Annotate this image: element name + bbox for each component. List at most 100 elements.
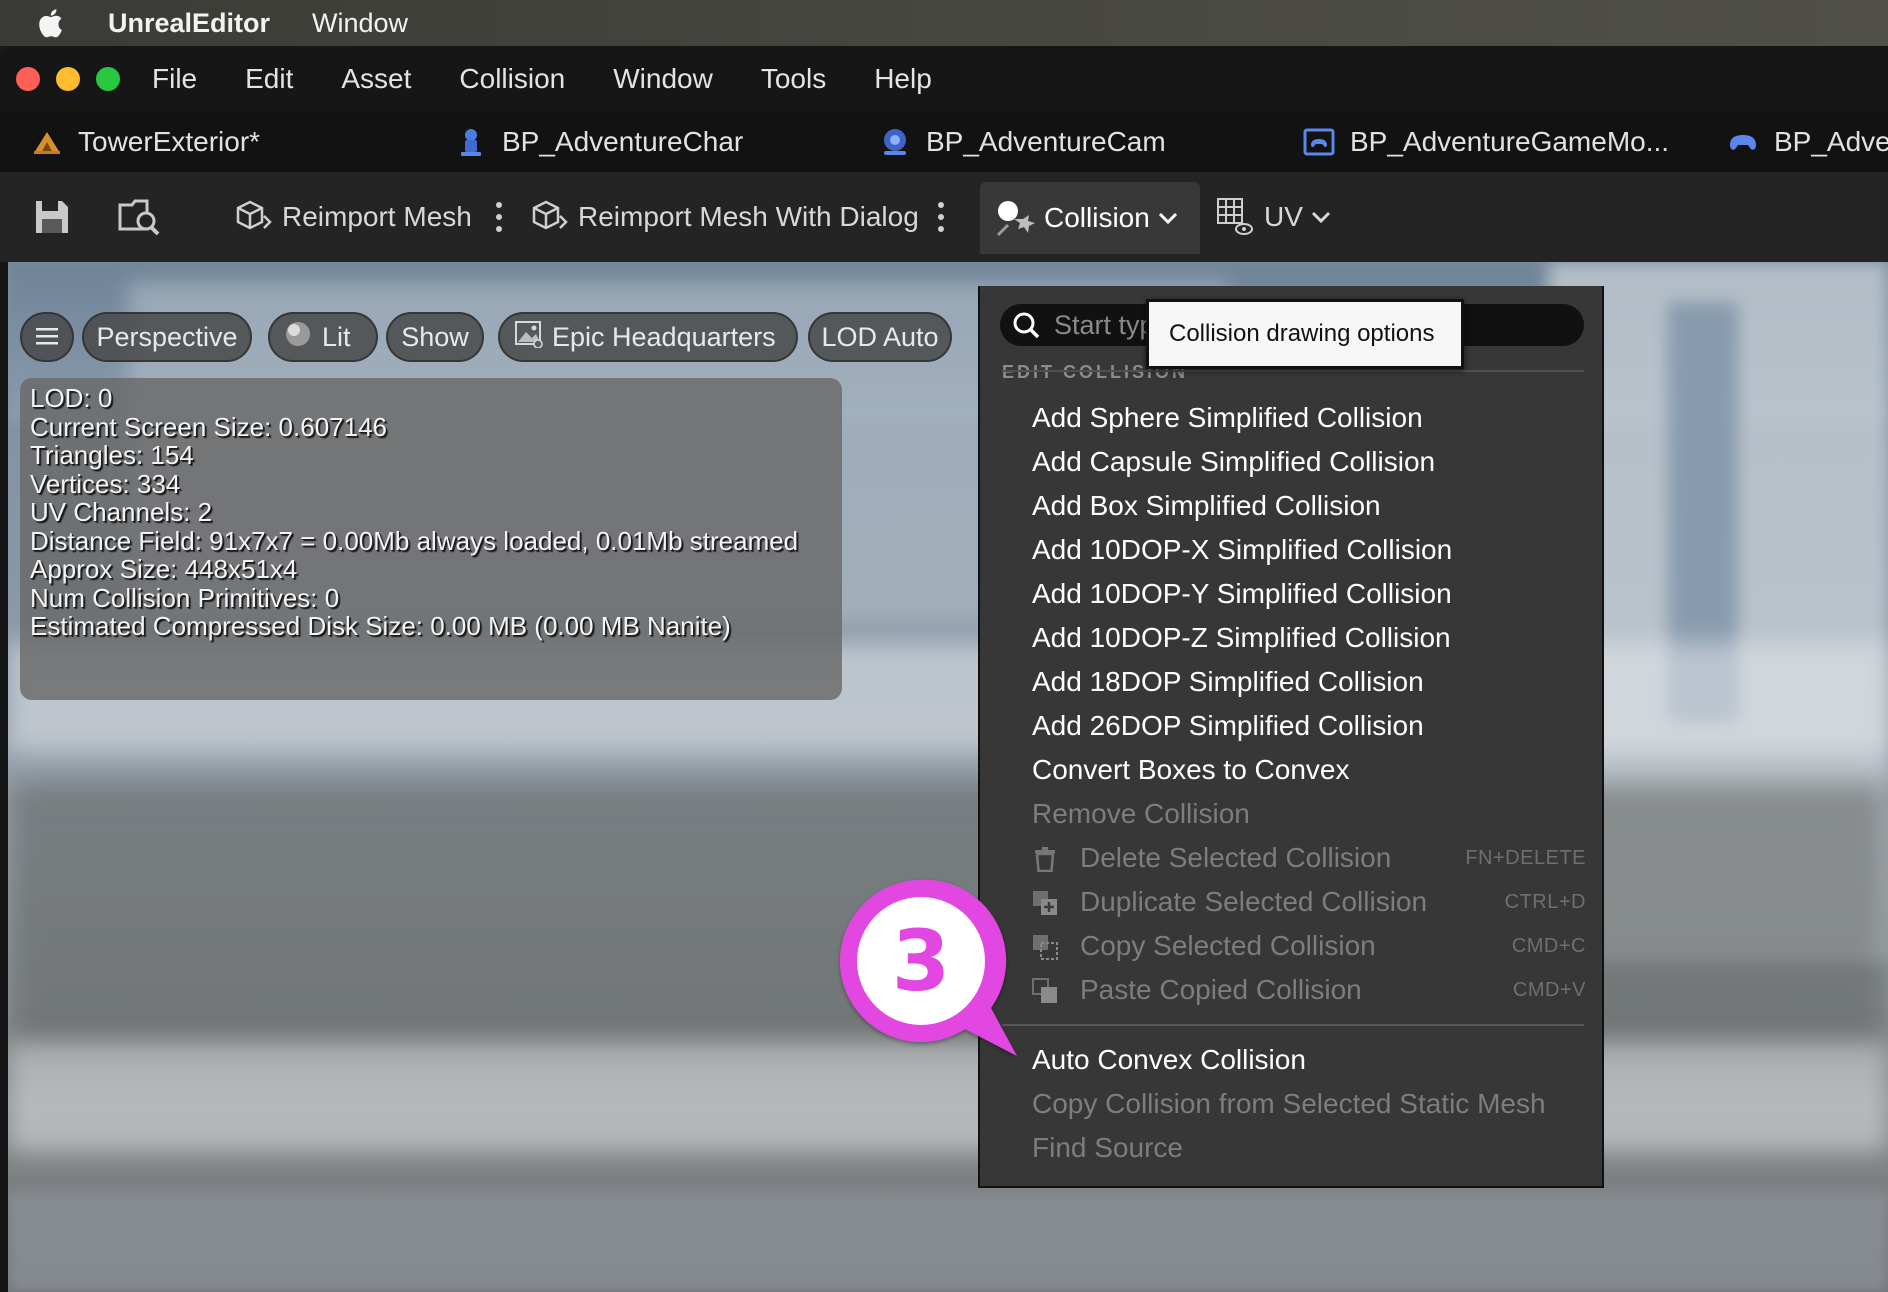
uv-dropdown-button[interactable]: UV bbox=[1216, 172, 1331, 262]
menu-item-delete-selected-collision[interactable]: Delete Selected Collision FN+DELETE bbox=[980, 838, 1602, 878]
tab-bp-adve[interactable]: BP_Adve bbox=[1726, 112, 1888, 172]
minimize-window-button[interactable] bbox=[56, 67, 80, 91]
static-mesh-icon bbox=[30, 125, 64, 159]
menu-help[interactable]: Help bbox=[874, 63, 932, 95]
tab-label: BP_AdventureCam bbox=[926, 126, 1166, 157]
tab-label: BP_Adve bbox=[1774, 126, 1888, 157]
save-icon bbox=[34, 199, 70, 235]
save-button[interactable] bbox=[34, 172, 70, 262]
collision-tooltip: Collision drawing options bbox=[1146, 299, 1464, 369]
menu-item-label: Paste Copied Collision bbox=[1080, 974, 1362, 1005]
scene-ground bbox=[8, 1192, 1888, 1292]
menu-item-paste-copied-collision[interactable]: Paste Copied Collision CMD+V bbox=[980, 970, 1602, 1010]
menu-window[interactable]: Window bbox=[613, 63, 713, 95]
stat-uv-channels: UV Channels: 2 bbox=[30, 497, 213, 527]
menu-item-label: Duplicate Selected Collision bbox=[1080, 886, 1428, 917]
menu-item-add-26dop-collision[interactable]: Add 26DOP Simplified Collision bbox=[980, 706, 1602, 746]
menu-item-copy-selected-collision[interactable]: Copy Selected Collision CMD+C bbox=[980, 926, 1602, 966]
reimport-mesh-button[interactable]: Reimport Mesh bbox=[234, 172, 472, 262]
tab-bp-adventurechar[interactable]: BP_AdventureChar bbox=[454, 112, 743, 172]
menu-divider bbox=[1002, 1024, 1584, 1026]
menu-item-auto-convex-collision[interactable]: Auto Convex Collision bbox=[980, 1040, 1602, 1080]
menu-item-label: Add Box Simplified Collision bbox=[1032, 490, 1381, 521]
menu-item-add-box-collision[interactable]: Add Box Simplified Collision bbox=[980, 486, 1602, 526]
apple-logo-icon[interactable] bbox=[38, 7, 78, 39]
step-callout: 3 bbox=[836, 876, 1032, 1066]
reimport-options-kebab[interactable] bbox=[489, 172, 509, 262]
close-window-button[interactable] bbox=[16, 67, 40, 91]
menu-item-label: Delete Selected Collision bbox=[1080, 842, 1392, 873]
lod-selector-button[interactable]: LOD Auto bbox=[808, 312, 952, 362]
lit-sphere-icon bbox=[284, 320, 312, 355]
shortcut-label: FN+DELETE bbox=[1465, 846, 1586, 869]
menu-item-find-source[interactable]: Find Source bbox=[980, 1128, 1602, 1168]
menu-item-label: Find Source bbox=[1032, 1132, 1183, 1163]
environment-label: Epic Headquarters bbox=[552, 321, 776, 352]
window-menu-bar: File Edit Asset Collision Window Tools H… bbox=[0, 46, 1888, 112]
menu-item-remove-collision[interactable]: Remove Collision bbox=[980, 794, 1602, 834]
menu-item-label: Add 10DOP-X Simplified Collision bbox=[1032, 534, 1453, 565]
hamburger-menu-icon bbox=[35, 322, 59, 353]
lit-label: Lit bbox=[322, 321, 351, 352]
search-icon bbox=[1012, 311, 1040, 339]
menu-item-add-sphere-collision[interactable]: Add Sphere Simplified Collision bbox=[980, 398, 1602, 438]
uv-dropdown-label: UV bbox=[1264, 201, 1303, 232]
menu-item-copy-collision-from-selected[interactable]: Copy Collision from Selected Static Mesh bbox=[980, 1084, 1602, 1124]
tab-label: TowerExterior* bbox=[78, 126, 261, 157]
tab-label: BP_AdventureChar bbox=[502, 126, 744, 157]
stat-lod: LOD: 0 bbox=[30, 383, 113, 413]
uv-grid-icon bbox=[1216, 197, 1254, 237]
menu-asset[interactable]: Asset bbox=[341, 63, 411, 95]
zoom-window-button[interactable] bbox=[96, 67, 120, 91]
browse-asset-button[interactable] bbox=[118, 172, 162, 262]
viewport[interactable]: Perspective Lit Show Epic Headquarters L… bbox=[8, 262, 1888, 1292]
gamepad-icon bbox=[1726, 125, 1760, 159]
mac-menu-window[interactable]: Window bbox=[312, 8, 408, 39]
menu-item-label: Remove Collision bbox=[1032, 798, 1250, 829]
shortcut-label: CMD+C bbox=[1511, 934, 1586, 957]
app-name-menu[interactable]: UnrealEditor bbox=[108, 8, 270, 39]
menu-item-add-10dop-x-collision[interactable]: Add 10DOP-X Simplified Collision bbox=[980, 530, 1602, 570]
tab-towerexterior[interactable]: TowerExterior* bbox=[30, 112, 260, 172]
mesh-stats-overlay: LOD: 0 Current Screen Size: 0.607146 Tri… bbox=[20, 378, 842, 700]
menu-collision[interactable]: Collision bbox=[459, 63, 565, 95]
reimport-mesh-dialog-icon bbox=[530, 200, 570, 234]
menu-item-add-10dop-y-collision[interactable]: Add 10DOP-Y Simplified Collision bbox=[980, 574, 1602, 614]
collision-icon bbox=[994, 197, 1036, 239]
unreal-editor-window: File Edit Asset Collision Window Tools H… bbox=[0, 46, 1888, 1292]
lit-view-mode-button[interactable]: Lit bbox=[268, 312, 378, 362]
menu-item-duplicate-selected-collision[interactable]: Duplicate Selected Collision CTRL+D bbox=[980, 882, 1602, 922]
collision-dropdown-button[interactable]: Collision bbox=[980, 182, 1200, 254]
paste-icon bbox=[1032, 978, 1058, 1004]
asset-editor-toolbar: Reimport Mesh Reimport Mesh With Dialog … bbox=[0, 172, 1888, 262]
menu-tools[interactable]: Tools bbox=[761, 63, 826, 95]
section-divider bbox=[1002, 370, 1584, 372]
macos-menu-bar: UnrealEditor Window bbox=[0, 0, 1888, 46]
chevron-down-icon bbox=[1311, 210, 1331, 224]
browse-asset-icon bbox=[118, 197, 162, 237]
menu-item-add-18dop-collision[interactable]: Add 18DOP Simplified Collision bbox=[980, 662, 1602, 702]
menu-item-label: Add 10DOP-Z Simplified Collision bbox=[1032, 622, 1451, 653]
menu-item-add-capsule-collision[interactable]: Add Capsule Simplified Collision bbox=[980, 442, 1602, 482]
stat-screen-size: Current Screen Size: 0.607146 bbox=[30, 411, 387, 442]
reimport-dialog-options-kebab[interactable] bbox=[931, 172, 951, 262]
show-flags-button[interactable]: Show bbox=[386, 312, 484, 362]
menu-item-label: Copy Selected Collision bbox=[1080, 930, 1376, 961]
reimport-mesh-dialog-button[interactable]: Reimport Mesh With Dialog bbox=[530, 172, 919, 262]
menu-file[interactable]: File bbox=[152, 63, 197, 95]
tab-bp-adventurecam[interactable]: BP_AdventureCam bbox=[878, 112, 1166, 172]
perspective-view-button[interactable]: Perspective bbox=[82, 312, 252, 362]
menu-edit[interactable]: Edit bbox=[245, 63, 293, 95]
menu-item-convert-boxes-to-convex[interactable]: Convert Boxes to Convex bbox=[980, 750, 1602, 790]
menu-item-add-10dop-z-collision[interactable]: Add 10DOP-Z Simplified Collision bbox=[980, 618, 1602, 658]
duplicate-icon bbox=[1032, 890, 1058, 916]
preview-scene-button[interactable]: Epic Headquarters bbox=[498, 312, 798, 362]
stat-disk-size: Estimated Compressed Disk Size: 0.00 MB … bbox=[30, 611, 731, 641]
menu-item-label: Copy Collision from Selected Static Mesh bbox=[1032, 1088, 1546, 1119]
reimport-mesh-icon bbox=[234, 200, 274, 234]
asset-tab-bar: TowerExterior* BP_AdventureChar BP_Adven… bbox=[0, 112, 1888, 172]
menu-item-label: Convert Boxes to Convex bbox=[1032, 754, 1350, 785]
viewport-options-button[interactable] bbox=[20, 312, 74, 362]
gamemode-icon bbox=[1302, 125, 1336, 159]
tab-bp-adventuregamemode[interactable]: BP_AdventureGameMo... bbox=[1302, 112, 1669, 172]
